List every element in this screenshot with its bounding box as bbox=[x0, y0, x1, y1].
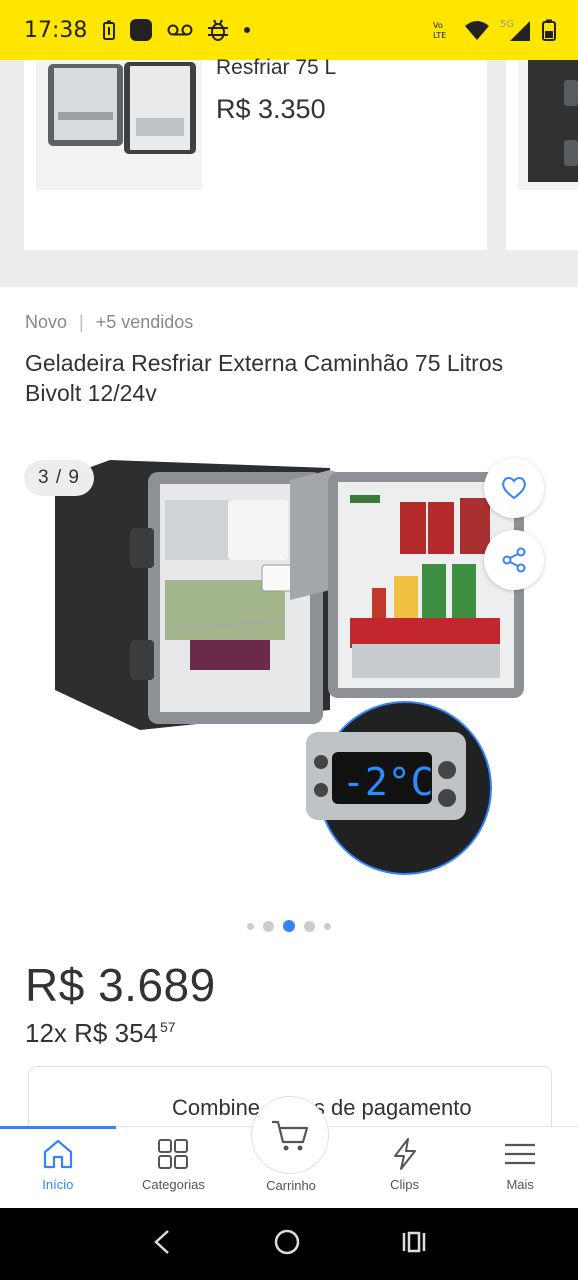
cart-icon bbox=[272, 1120, 309, 1151]
installments: 12x R$ 354 57 bbox=[25, 1018, 176, 1049]
share-icon bbox=[502, 547, 526, 573]
carousel-dot bbox=[247, 922, 254, 930]
carousel-dot bbox=[324, 922, 331, 930]
nav-label-clips: Clips bbox=[390, 1177, 420, 1192]
installments-amount: 12x R$ 354 bbox=[25, 1018, 158, 1048]
product-title: Geladeira Resfriar Externa Caminhão 75 L… bbox=[25, 350, 504, 406]
status-time: 17:38 bbox=[24, 17, 88, 43]
status-bar: 17:38 Vo LTE 5G bbox=[0, 0, 578, 60]
carousel-dot bbox=[304, 920, 315, 932]
product-image[interactable]: -2°C bbox=[0, 440, 578, 910]
related-product-title[interactable]: Resfriar 75 L bbox=[216, 56, 336, 80]
status-notification-icons bbox=[103, 18, 251, 42]
home-circle-icon[interactable] bbox=[273, 1228, 301, 1261]
meta-separator: | bbox=[79, 312, 84, 332]
nav-item-categorias[interactable]: Categorias bbox=[116, 1127, 232, 1209]
nav-item-mais[interactable]: Mais bbox=[462, 1127, 578, 1209]
related-product-card-next[interactable] bbox=[506, 60, 578, 250]
svg-text:LTE: LTE bbox=[433, 31, 446, 40]
share-button[interactable] bbox=[484, 530, 544, 590]
carousel-dot-active bbox=[283, 920, 295, 932]
carousel-dot bbox=[263, 920, 274, 932]
app-notification-icon bbox=[129, 18, 153, 42]
installments-cents: 57 bbox=[159, 1019, 176, 1035]
thermostat-display: -2°C bbox=[342, 760, 434, 804]
nav-item-clips[interactable]: Clips bbox=[347, 1127, 463, 1209]
menu-icon bbox=[505, 1143, 536, 1165]
nav-item-carrinho[interactable] bbox=[251, 1096, 329, 1174]
nav-label-carrinho[interactable]: Carrinho bbox=[251, 1178, 331, 1193]
voicemail-icon bbox=[167, 23, 193, 37]
grid-icon bbox=[158, 1139, 189, 1169]
product-sold-count: +5 vendidos bbox=[95, 312, 194, 332]
volte-icon: Vo LTE bbox=[432, 19, 454, 41]
battery-saver-icon bbox=[103, 20, 116, 40]
recents-icon[interactable] bbox=[400, 1228, 428, 1261]
related-product-price: R$ 3.350 bbox=[216, 94, 326, 124]
back-icon[interactable] bbox=[150, 1228, 174, 1261]
home-icon bbox=[43, 1139, 72, 1169]
nav-item-inicio[interactable]: Início bbox=[0, 1127, 116, 1209]
more-notifications-dot-icon bbox=[243, 26, 251, 34]
lightning-icon bbox=[393, 1138, 416, 1170]
svg-text:Vo: Vo bbox=[433, 21, 443, 30]
product-gallery[interactable]: -2°C 3 / 9 bbox=[0, 440, 578, 910]
gallery-counter: 3 / 9 bbox=[24, 460, 94, 496]
wifi-icon bbox=[464, 19, 490, 41]
nav-label-categorias: Categorias bbox=[141, 1177, 205, 1192]
product-meta: Novo | +5 vendidos bbox=[25, 312, 193, 333]
product-price: R$ 3.689 bbox=[25, 959, 216, 1011]
system-navigation-bar bbox=[0, 1208, 578, 1280]
related-product-card[interactable]: Resfriar 75 L R$ 3.350 bbox=[24, 56, 487, 250]
nav-active-indicator bbox=[0, 1126, 116, 1129]
status-system-icons: Vo LTE 5G bbox=[432, 18, 556, 42]
heart-icon bbox=[502, 477, 526, 500]
signal-icon: 5G bbox=[500, 18, 532, 42]
favorite-button[interactable] bbox=[484, 458, 544, 518]
product-condition: Novo bbox=[25, 312, 68, 332]
svg-text:5G: 5G bbox=[500, 19, 514, 30]
related-products-strip[interactable]: Resfriar 75 L R$ 3.350 bbox=[0, 56, 578, 287]
nav-label-inicio: Início bbox=[42, 1177, 74, 1192]
carousel-indicator bbox=[0, 920, 578, 932]
nav-label-mais: Mais bbox=[506, 1177, 534, 1192]
battery-icon bbox=[542, 19, 556, 41]
related-product-image bbox=[36, 60, 202, 190]
related-product-image-next bbox=[518, 60, 578, 190]
debug-icon bbox=[207, 18, 229, 42]
